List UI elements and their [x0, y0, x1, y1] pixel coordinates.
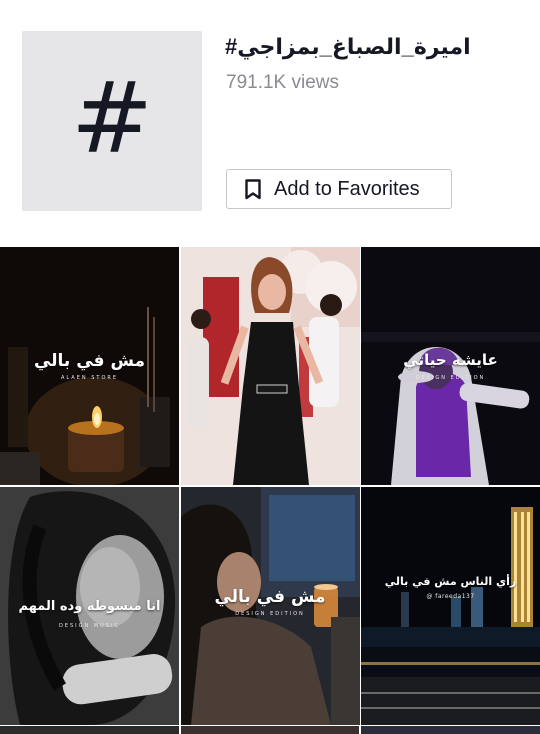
video-tile[interactable]: عايشه حياتي DESIGN EDITION: [361, 247, 540, 485]
video-tile[interactable]: [180, 247, 360, 485]
add-to-favorites-button[interactable]: Add to Favorites: [226, 169, 452, 209]
tile-caption: مش في بالي: [214, 587, 326, 607]
tile-subcaption: DESIGN MUSIC: [59, 623, 120, 629]
video-tile[interactable]: [0, 726, 179, 734]
tile-caption: عايشه حياتي: [403, 351, 498, 369]
tile-subcaption: DESIGN EDITION: [235, 611, 305, 617]
add-to-favorites-label: Add to Favorites: [274, 177, 420, 200]
tile-caption: رأي الناس مش في بالي: [384, 575, 517, 588]
tile-caption: انا مبسوطه وده المهم: [18, 599, 161, 614]
video-tile[interactable]: [181, 726, 359, 734]
tile-background-art: [361, 487, 540, 725]
video-tile[interactable]: [361, 726, 540, 734]
hashtag-icon: #: [70, 62, 154, 176]
hashtag-header: # #اميرة_الصباغ_بمزاجي 791.1K views Add …: [0, 0, 540, 246]
hashtag-cover: #: [22, 31, 202, 211]
view-count: 791.1K views: [226, 72, 340, 93]
video-tile[interactable]: انا مبسوطه وده المهم DESIGN MUSIC: [0, 487, 179, 725]
tile-background-art: [180, 247, 360, 485]
video-tile[interactable]: رأي الناس مش في بالي @ fareeda137: [361, 487, 540, 725]
bookmark-icon: [244, 178, 262, 200]
video-tile[interactable]: مش في بالي DESIGN EDITION: [180, 487, 360, 725]
candle-icon: [92, 406, 102, 428]
next-row-preview: [0, 726, 540, 734]
hashtag-page: # #اميرة_الصباغ_بمزاجي 791.1K views Add …: [0, 0, 540, 734]
video-tile[interactable]: مش في بالي ALAEN STORE: [0, 247, 179, 485]
hashtag-title: #اميرة_الصباغ_بمزاجي: [225, 34, 471, 59]
video-grid: مش في بالي ALAEN STORE عايشه حياتي DESIG…: [0, 247, 540, 725]
tile-subcaption: ALAEN STORE: [60, 375, 119, 381]
tile-caption: مش في بالي: [33, 351, 146, 371]
tile-subcaption: DESIGN EDITION: [415, 375, 486, 381]
tile-subcaption: @ fareeda137: [426, 593, 475, 600]
